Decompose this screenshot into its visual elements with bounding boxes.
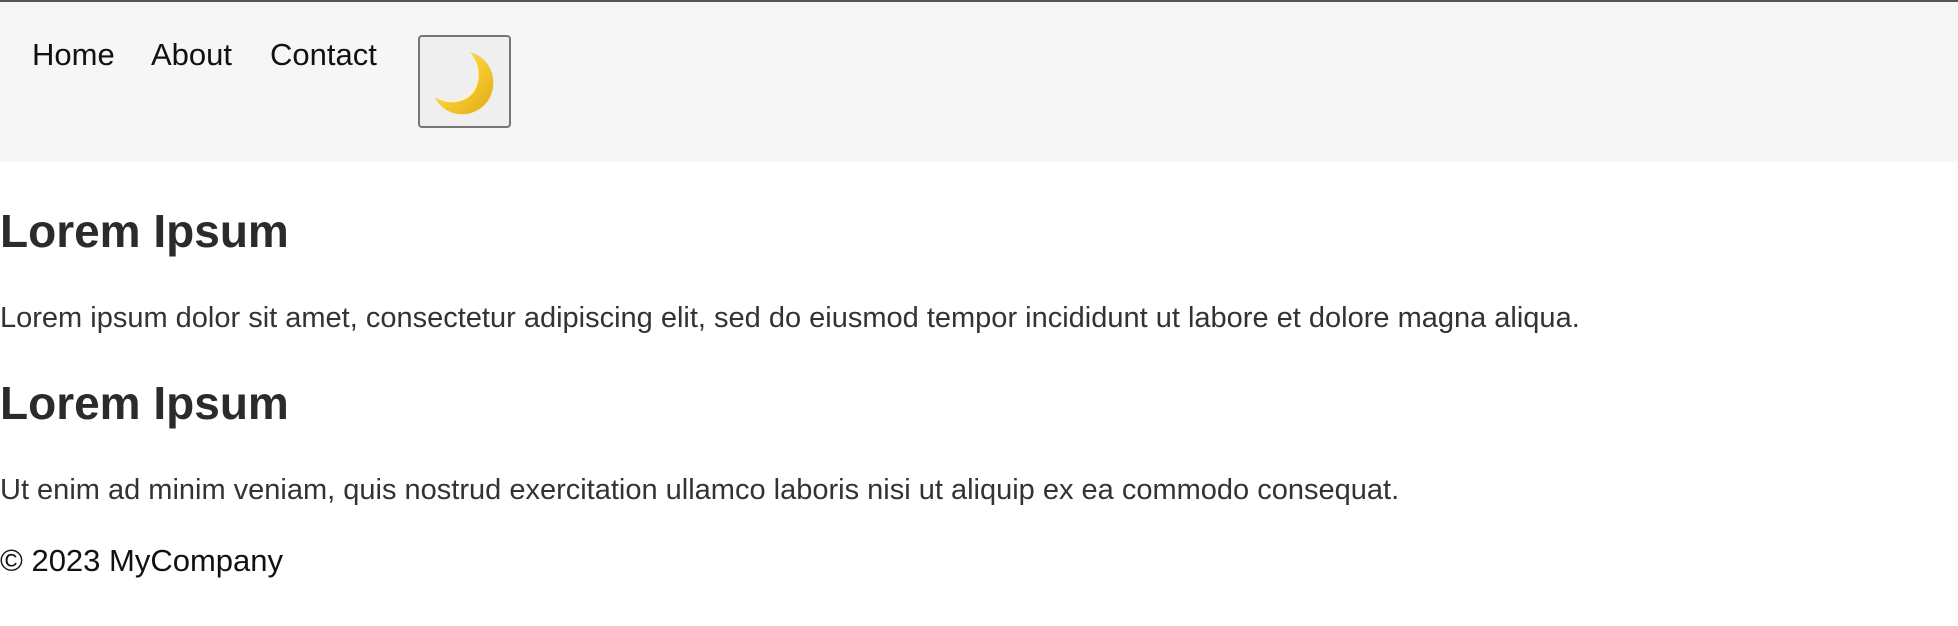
section-heading: Lorem Ipsum — [0, 205, 289, 257]
section-paragraph: Ut enim ad minim veniam, quis nostrud ex… — [0, 474, 1400, 506]
navbar: Home About Contact — [0, 2, 1958, 162]
crescent-moon-icon — [435, 52, 494, 115]
footer-copyright: © 2023 MyCompany — [0, 543, 284, 578]
nav-link-home[interactable]: Home — [32, 36, 115, 74]
nav-link-about[interactable]: About — [151, 36, 232, 74]
nav-link-contact[interactable]: Contact — [270, 36, 377, 74]
section-paragraph: Lorem ipsum dolor sit amet, consectetur … — [0, 302, 1580, 334]
section-heading: Lorem Ipsum — [0, 377, 289, 429]
theme-toggle-button[interactable] — [418, 35, 511, 128]
